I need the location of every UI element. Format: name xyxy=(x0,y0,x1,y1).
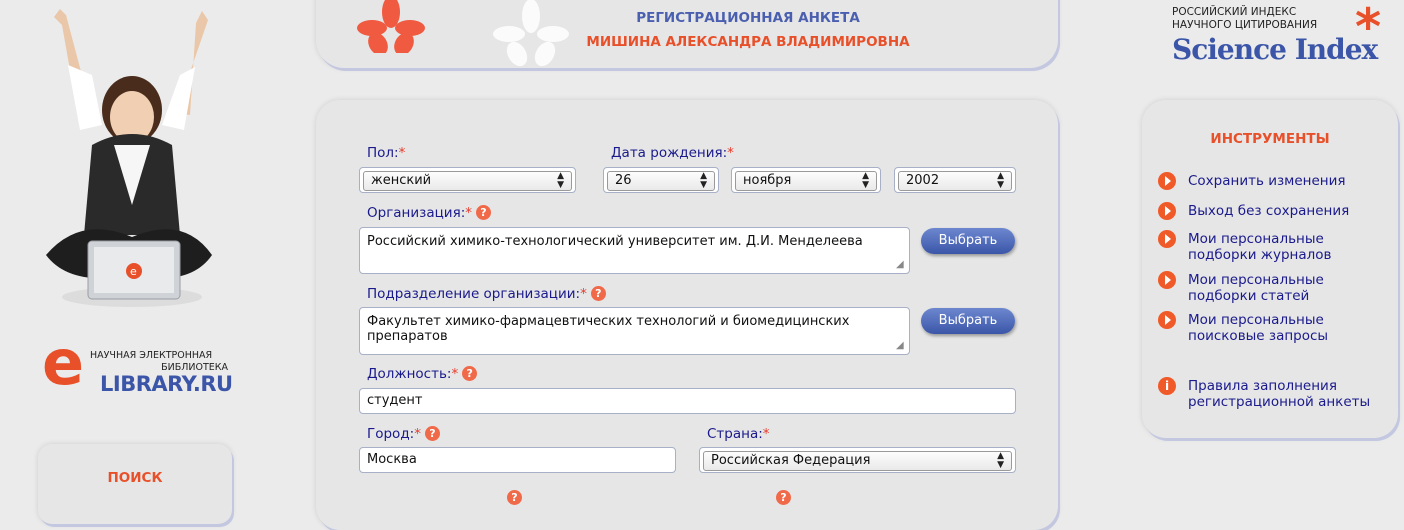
gender-label-text: Пол: xyxy=(367,145,399,161)
select-arrows-icon: ▲ ▼ xyxy=(557,171,564,190)
science-index-asterisk-icon: * xyxy=(1355,0,1382,56)
organization-textarea[interactable]: Российский химико-технологический универ… xyxy=(359,227,910,274)
city-input[interactable]: Москва xyxy=(359,447,676,473)
organization-label: Организация:*? xyxy=(367,205,491,221)
tool-my-journal-collections[interactable]: Мои персональные подборки журналов xyxy=(1158,230,1373,264)
tool-my-article-collections[interactable]: Мои персональные подборки статей xyxy=(1158,271,1373,305)
position-input[interactable]: студент xyxy=(359,388,1016,414)
resize-grip-icon[interactable]: ◢ xyxy=(896,260,906,270)
play-circle-icon xyxy=(1158,230,1176,248)
tool-my-search-queries[interactable]: Мои персональные поисковые запросы xyxy=(1158,311,1373,345)
select-organization-button[interactable]: Выбрать xyxy=(921,228,1015,254)
required-mark: * xyxy=(414,426,421,442)
science-index-line2: НАУЧНОГО ЦИТИРОВАНИЯ xyxy=(1172,19,1318,31)
svg-text:e: e xyxy=(130,265,137,278)
help-icon[interactable]: ? xyxy=(776,490,791,505)
select-arrows-icon: ▲ ▼ xyxy=(700,171,707,190)
required-mark: * xyxy=(580,286,587,302)
tool-label: Мои персональные подборки журналов xyxy=(1188,231,1332,263)
required-mark: * xyxy=(727,145,734,161)
gender-select[interactable]: женский ▲ ▼ xyxy=(359,167,576,193)
help-icon[interactable]: ? xyxy=(476,205,491,220)
country-label: Страна:* xyxy=(707,426,770,442)
required-mark: * xyxy=(451,366,459,382)
flower-decoration-icon xyxy=(357,0,425,53)
play-circle-icon xyxy=(1158,172,1176,190)
required-mark: * xyxy=(762,426,770,442)
country-label-text: Страна: xyxy=(707,426,763,442)
elibrary-logo[interactable]: e НАУЧНАЯ ЭЛЕКТРОННАЯ БИБЛИОТЕКА LIBRARY… xyxy=(42,332,242,400)
department-label: Подразделение организации:*? xyxy=(367,286,606,302)
tool-exit-without-saving[interactable]: Выход без сохранения xyxy=(1158,202,1373,222)
search-panel-title: ПОИСК xyxy=(107,470,163,486)
position-label: Должность:*? xyxy=(367,366,478,382)
country-value: Российская Федерация xyxy=(711,453,871,468)
select-department-button[interactable]: Выбрать xyxy=(921,308,1015,334)
elibrary-logo-letter: e xyxy=(42,326,85,399)
birth-month-select[interactable]: ноября ▲ ▼ xyxy=(731,167,881,193)
info-icon: i xyxy=(1158,377,1176,395)
country-select[interactable]: Российская Федерация ▲ ▼ xyxy=(699,447,1016,473)
birth-date-label: Дата рождения:* xyxy=(611,145,734,161)
woman-with-laptop-illustration: e xyxy=(46,9,212,307)
position-label-text: Должность: xyxy=(367,366,452,382)
department-textarea[interactable]: Факультет химико-фармацевтических технол… xyxy=(359,307,910,355)
play-circle-icon xyxy=(1158,202,1176,220)
help-icon[interactable]: ? xyxy=(590,286,606,301)
gender-value: женский xyxy=(371,173,432,188)
tool-label: Правила заполнения регистрационной анкет… xyxy=(1188,378,1371,410)
birth-day-select[interactable]: 26 ▲ ▼ xyxy=(603,167,719,193)
help-icon[interactable]: ? xyxy=(462,366,478,381)
help-icon[interactable]: ? xyxy=(424,426,440,441)
birth-month-value: ноября xyxy=(743,173,792,188)
tool-label: Мои персональные поисковые запросы xyxy=(1188,312,1329,344)
select-arrows-icon: ▲ ▼ xyxy=(862,171,869,190)
tool-save-changes[interactable]: Сохранить изменения xyxy=(1158,172,1373,192)
tool-form-rules[interactable]: i Правила заполнения регистрационной анк… xyxy=(1158,377,1373,411)
science-index-logo[interactable]: РОССИЙСКИЙ ИНДЕКС НАУЧНОГО ЦИТИРОВАНИЯ S… xyxy=(1172,2,1392,68)
required-mark: * xyxy=(465,205,472,221)
page-title: РЕГИСТРАЦИОННАЯ АНКЕТА xyxy=(636,10,860,26)
resize-grip-icon[interactable]: ◢ xyxy=(896,341,906,351)
tool-label: Сохранить изменения xyxy=(1188,173,1346,189)
birth-day-value: 26 xyxy=(615,173,632,188)
science-index-brand: Science Index xyxy=(1172,33,1378,66)
help-icon[interactable]: ? xyxy=(507,490,522,505)
department-label-text: Подразделение организации: xyxy=(367,286,581,302)
gender-label: Пол:* xyxy=(367,145,405,161)
play-circle-icon xyxy=(1158,271,1176,289)
elibrary-line1: НАУЧНАЯ ЭЛЕКТРОННАЯ xyxy=(90,350,213,361)
select-arrows-icon: ▲ ▼ xyxy=(997,171,1004,190)
organization-value: Российский химико-технологический универ… xyxy=(367,234,863,249)
birth-year-select[interactable]: 2002 ▲ ▼ xyxy=(894,167,1016,193)
birth-date-label-text: Дата рождения: xyxy=(611,145,728,161)
user-name: МИШИНА АЛЕКСАНДРА ВЛАДИМИРОВНА xyxy=(586,34,910,50)
organization-label-text: Организация: xyxy=(367,205,466,221)
city-label-text: Город: xyxy=(367,426,415,442)
search-panel: ПОИСК xyxy=(38,444,232,524)
header-panel: РЕГИСТРАЦИОННАЯ АНКЕТА МИШИНА АЛЕКСАНДРА… xyxy=(316,0,1058,68)
tool-label: Мои персональные подборки статей xyxy=(1188,272,1324,304)
elibrary-brand: LIBRARY.RU xyxy=(100,372,233,396)
birth-year-value: 2002 xyxy=(906,173,940,188)
department-value: Факультет химико-фармацевтических технол… xyxy=(367,314,850,344)
tools-title: ИНСТРУМЕНТЫ xyxy=(1210,131,1330,147)
required-mark: * xyxy=(398,145,406,161)
science-index-line1: РОССИЙСКИЙ ИНДЕКС xyxy=(1172,6,1297,18)
play-circle-icon xyxy=(1158,311,1176,329)
tool-label: Выход без сохранения xyxy=(1188,203,1350,219)
city-label: Город:*? xyxy=(367,426,440,442)
select-arrows-icon: ▲ ▼ xyxy=(997,451,1004,470)
